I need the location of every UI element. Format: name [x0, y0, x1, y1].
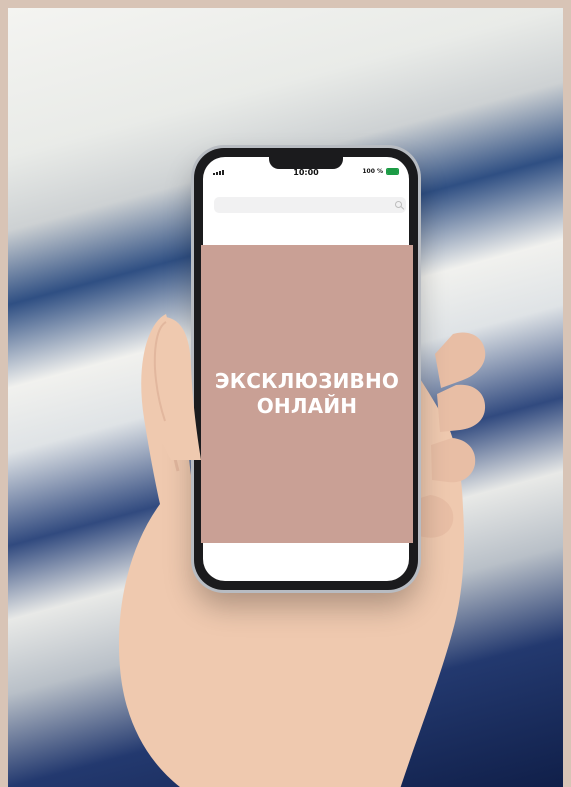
thumb-image [146, 317, 201, 460]
exclusive-online-banner: ЭКСКЛЮЗИВНО ОНЛАЙН [201, 245, 413, 543]
ad-frame: 10:00 100 % ЭКСКЛЮЗИВНО ОНЛАЙН [0, 0, 571, 787]
status-time: 10:00 [293, 168, 319, 177]
battery-level-fill [387, 169, 398, 174]
battery-label: 100 % [362, 168, 383, 175]
battery-status: 100 % [362, 168, 399, 175]
banner-title-line-2: ОНЛАЙН [256, 394, 358, 418]
phone-search-field [214, 197, 406, 213]
search-icon [395, 201, 402, 208]
signal-icon [213, 170, 224, 175]
background-image: 10:00 100 % ЭКСКЛЮЗИВНО ОНЛАЙН [8, 8, 563, 787]
battery-icon [386, 168, 399, 175]
banner-title-line-1: ЭКСКЛЮЗИВНО [214, 369, 400, 393]
status-bar: 10:00 100 % [203, 157, 409, 183]
banner-text: ЭКСКЛЮЗИВНО ОНЛАЙН [215, 369, 399, 419]
